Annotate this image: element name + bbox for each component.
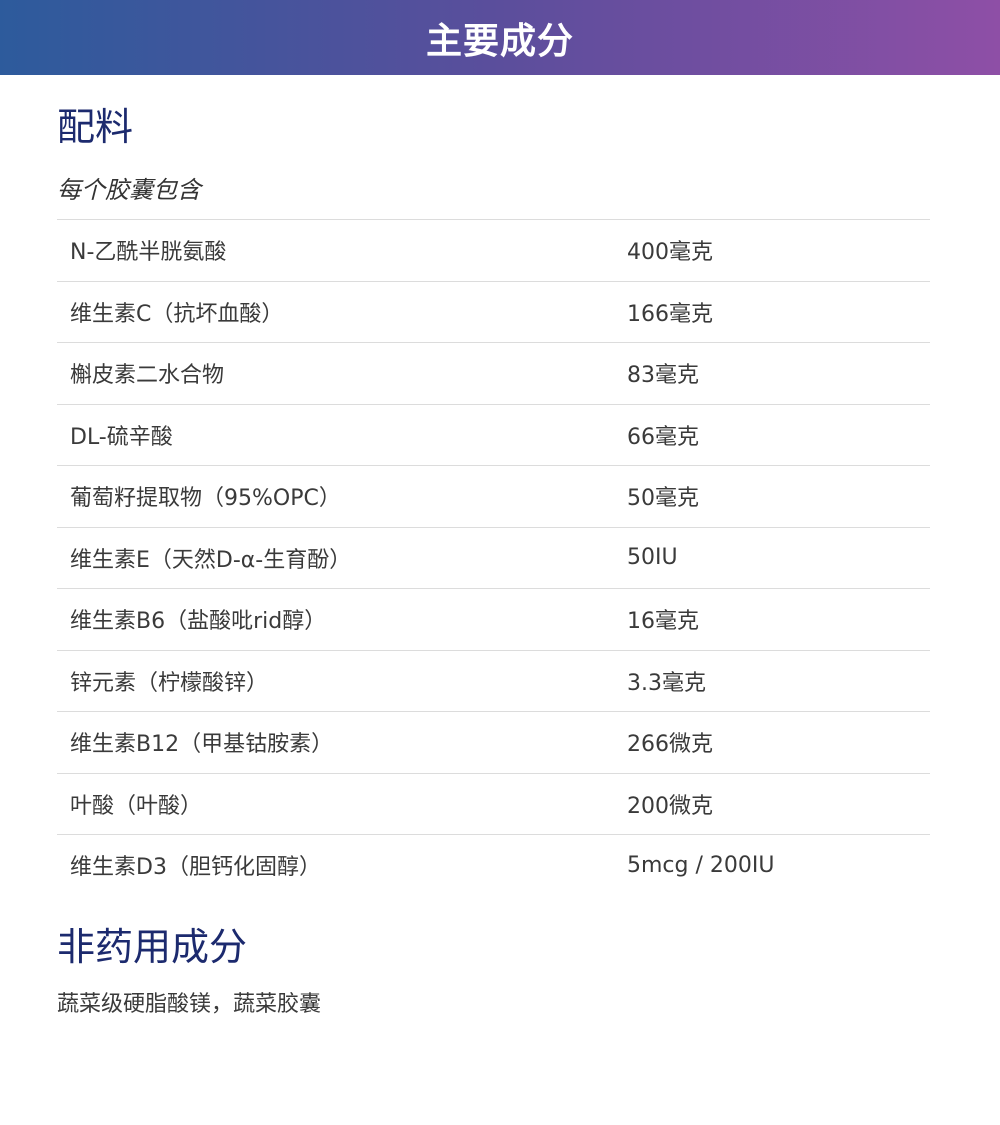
ingredients-table: N-乙酰半胱氨酸 400毫克 维生素C（抗坏血酸） 166毫克 槲皮素二水合物 …	[57, 219, 930, 896]
ingredient-amount: 50毫克	[627, 486, 699, 512]
ingredient-amount: 50IU	[627, 545, 678, 571]
ingredient-amount: 83毫克	[627, 363, 699, 389]
ingredient-amount: 66毫克	[627, 424, 699, 450]
ingredient-amount: 200微克	[627, 793, 713, 819]
ingredient-name: 槲皮素二水合物	[70, 363, 225, 389]
ingredient-name: 锌元素（柠檬酸锌）	[70, 670, 269, 696]
ingredient-amount: 3.3毫克	[627, 670, 706, 696]
ingredient-name: 葡萄籽提取物（95%OPC）	[70, 486, 341, 512]
table-row: 维生素B12（甲基钴胺素） 266微克	[57, 712, 930, 774]
table-row: DL-硫辛酸 66毫克	[57, 405, 930, 466]
table-row: 维生素E（天然D-α-生育酚） 50IU	[57, 528, 930, 589]
ingredient-name: N-乙酰半胱氨酸	[70, 240, 227, 266]
ingredient-amount: 400毫克	[627, 240, 713, 266]
non-medicinal-heading: 非药用成分	[57, 924, 248, 969]
table-row: 葡萄籽提取物（95%OPC） 50毫克	[57, 466, 930, 528]
ingredient-name: 维生素E（天然D-α-生育酚）	[70, 547, 352, 573]
ingredient-name: 维生素B6（盐酸吡rid醇）	[70, 609, 327, 635]
ingredient-name: 维生素D3（胆钙化固醇）	[70, 855, 321, 881]
ingredient-amount: 266微克	[627, 732, 713, 758]
ingredient-name: 叶酸（叶酸）	[70, 793, 203, 819]
main-content: 配料 每个胶囊包含 N-乙酰半胱氨酸 400毫克 维生素C（抗坏血酸） 166毫…	[57, 75, 930, 1018]
table-row: 锌元素（柠檬酸锌） 3.3毫克	[57, 651, 930, 712]
ingredient-name: 维生素B12（甲基钴胺素）	[70, 732, 334, 758]
table-row: 维生素B6（盐酸吡rid醇） 16毫克	[57, 589, 930, 651]
table-row: 槲皮素二水合物 83毫克	[57, 343, 930, 405]
table-row: 维生素C（抗坏血酸） 166毫克	[57, 282, 930, 343]
ingredient-name: DL-硫辛酸	[70, 424, 173, 450]
non-medicinal-text: 蔬菜级硬脂酸镁，蔬菜胶囊	[57, 991, 322, 1017]
table-row: 叶酸（叶酸） 200微克	[57, 774, 930, 835]
ingredient-name: 维生素C（抗坏血酸）	[70, 301, 284, 327]
ingredient-amount: 5mcg / 200IU	[627, 852, 775, 878]
header-banner: 主要成分	[0, 0, 1000, 75]
table-row: N-乙酰半胱氨酸 400毫克	[57, 220, 930, 282]
ingredient-amount: 16毫克	[627, 609, 699, 635]
ingredients-heading: 配料	[57, 105, 134, 149]
banner-title: 主要成分	[425, 20, 574, 62]
table-row: 维生素D3（胆钙化固醇） 5mcg / 200IU	[57, 835, 930, 896]
per-capsule-label: 每个胶囊包含	[57, 176, 201, 204]
ingredient-amount: 166毫克	[627, 301, 713, 327]
